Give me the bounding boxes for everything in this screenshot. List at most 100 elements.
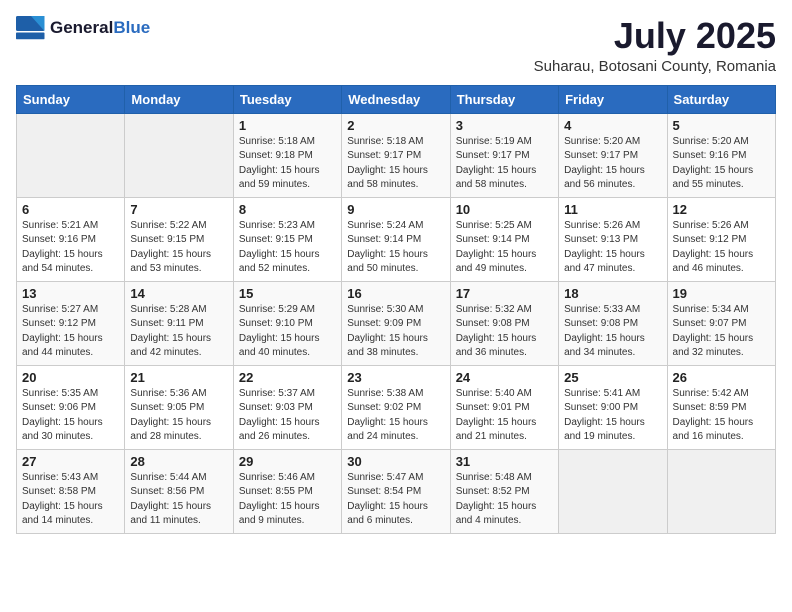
table-cell: 25 Sunrise: 5:41 AMSunset: 9:00 PMDayligh…: [559, 365, 667, 449]
day-number: 16: [347, 286, 444, 301]
day-info: Sunrise: 5:37 AMSunset: 9:03 PMDaylight:…: [239, 388, 320, 443]
day-number: 28: [130, 454, 227, 469]
day-number: 31: [456, 454, 553, 469]
day-info: Sunrise: 5:32 AMSunset: 9:08 PMDaylight:…: [456, 304, 537, 359]
day-info: Sunrise: 5:38 AMSunset: 9:02 PMDaylight:…: [347, 388, 428, 443]
table-cell: 6 Sunrise: 5:21 AMSunset: 9:16 PMDaylight…: [17, 197, 125, 281]
table-cell: [125, 113, 233, 197]
day-number: 30: [347, 454, 444, 469]
table-cell: 27 Sunrise: 5:43 AMSunset: 8:58 PMDayligh…: [17, 449, 125, 533]
col-saturday: Saturday: [667, 85, 775, 113]
week-row-2: 6 Sunrise: 5:21 AMSunset: 9:16 PMDaylight…: [17, 197, 776, 281]
table-cell: 19Sunrise: 5:34 AMSunset: 9:07 PMDayligh…: [667, 281, 775, 365]
day-info: Sunrise: 5:30 AMSunset: 9:09 PMDaylight:…: [347, 304, 428, 359]
table-cell: 28 Sunrise: 5:44 AMSunset: 8:56 PMDayligh…: [125, 449, 233, 533]
day-info: Sunrise: 5:20 AMSunset: 9:16 PMDaylight:…: [673, 136, 754, 191]
day-info: Sunrise: 5:43 AMSunset: 8:58 PMDaylight:…: [22, 472, 103, 527]
day-number: 9: [347, 202, 444, 217]
day-number: 14: [130, 286, 227, 301]
table-cell: 4Sunrise: 5:20 AMSunset: 9:17 PMDaylight…: [559, 113, 667, 197]
table-cell: 18 Sunrise: 5:33 AMSunset: 9:08 PMDayligh…: [559, 281, 667, 365]
table-cell: 2 Sunrise: 5:18 AMSunset: 9:17 PMDaylight…: [342, 113, 450, 197]
table-cell: 16 Sunrise: 5:30 AMSunset: 9:09 PMDayligh…: [342, 281, 450, 365]
table-cell: 15Sunrise: 5:29 AMSunset: 9:10 PMDayligh…: [233, 281, 341, 365]
day-number: 29: [239, 454, 336, 469]
table-cell: 1 Sunrise: 5:18 AMSunset: 9:18 PMDaylight…: [233, 113, 341, 197]
table-cell: 11Sunrise: 5:26 AMSunset: 9:13 PMDayligh…: [559, 197, 667, 281]
calendar-table: Sunday Monday Tuesday Wednesday Thursday…: [16, 85, 776, 534]
title-area: July 2025 Suharau, Botosani County, Roma…: [534, 16, 776, 75]
day-info: Sunrise: 5:21 AMSunset: 9:16 PMDaylight:…: [22, 220, 103, 275]
day-info: Sunrise: 5:36 AMSunset: 9:05 PMDaylight:…: [130, 388, 211, 443]
logo: General Blue: [16, 16, 150, 40]
table-cell: 26 Sunrise: 5:42 AMSunset: 8:59 PMDayligh…: [667, 365, 775, 449]
col-thursday: Thursday: [450, 85, 558, 113]
col-friday: Friday: [559, 85, 667, 113]
day-number: 4: [564, 118, 661, 133]
day-info: Sunrise: 5:26 AMSunset: 9:12 PMDaylight:…: [673, 220, 754, 275]
day-info: Sunrise: 5:41 AMSunset: 9:00 PMDaylight:…: [564, 388, 645, 443]
day-info: Sunrise: 5:40 AMSunset: 9:01 PMDaylight:…: [456, 388, 537, 443]
col-sunday: Sunday: [17, 85, 125, 113]
table-cell: 29 Sunrise: 5:46 AMSunset: 8:55 PMDayligh…: [233, 449, 341, 533]
day-number: 24: [456, 370, 553, 385]
day-number: 17: [456, 286, 553, 301]
day-number: 7: [130, 202, 227, 217]
table-cell: 21Sunrise: 5:36 AMSunset: 9:05 PMDayligh…: [125, 365, 233, 449]
week-row-4: 20 Sunrise: 5:35 AMSunset: 9:06 PMDayligh…: [17, 365, 776, 449]
day-number: 5: [673, 118, 770, 133]
day-info: Sunrise: 5:35 AMSunset: 9:06 PMDaylight:…: [22, 388, 103, 443]
day-number: 1: [239, 118, 336, 133]
table-cell: 13 Sunrise: 5:27 AMSunset: 9:12 PMDayligh…: [17, 281, 125, 365]
day-number: 18: [564, 286, 661, 301]
table-cell: 30Sunrise: 5:47 AMSunset: 8:54 PMDayligh…: [342, 449, 450, 533]
day-info: Sunrise: 5:23 AMSunset: 9:15 PMDaylight:…: [239, 220, 320, 275]
day-info: Sunrise: 5:28 AMSunset: 9:11 PMDaylight:…: [130, 304, 211, 359]
day-number: 25: [564, 370, 661, 385]
day-info: Sunrise: 5:27 AMSunset: 9:12 PMDaylight:…: [22, 304, 103, 359]
day-number: 2: [347, 118, 444, 133]
table-cell: 17 Sunrise: 5:32 AMSunset: 9:08 PMDayligh…: [450, 281, 558, 365]
day-info: Sunrise: 5:44 AMSunset: 8:56 PMDaylight:…: [130, 472, 211, 527]
day-info: Sunrise: 5:22 AMSunset: 9:15 PMDaylight:…: [130, 220, 211, 275]
table-cell: [667, 449, 775, 533]
day-info: Sunrise: 5:25 AMSunset: 9:14 PMDaylight:…: [456, 220, 537, 275]
day-number: 13: [22, 286, 119, 301]
day-number: 26: [673, 370, 770, 385]
day-info: Sunrise: 5:26 AMSunset: 9:13 PMDaylight:…: [564, 220, 645, 275]
day-info: Sunrise: 5:48 AMSunset: 8:52 PMDaylight:…: [456, 472, 537, 527]
day-number: 3: [456, 118, 553, 133]
day-info: Sunrise: 5:33 AMSunset: 9:08 PMDaylight:…: [564, 304, 645, 359]
day-number: 12: [673, 202, 770, 217]
calendar-header-row: Sunday Monday Tuesday Wednesday Thursday…: [17, 85, 776, 113]
day-info: Sunrise: 5:18 AMSunset: 9:17 PMDaylight:…: [347, 136, 428, 191]
day-number: 22: [239, 370, 336, 385]
logo-icon: [16, 16, 46, 40]
logo-text: General Blue: [50, 18, 150, 38]
table-cell: 14 Sunrise: 5:28 AMSunset: 9:11 PMDayligh…: [125, 281, 233, 365]
week-row-1: 1 Sunrise: 5:18 AMSunset: 9:18 PMDaylight…: [17, 113, 776, 197]
day-number: 8: [239, 202, 336, 217]
table-cell: 23 Sunrise: 5:38 AMSunset: 9:02 PMDayligh…: [342, 365, 450, 449]
day-number: 6: [22, 202, 119, 217]
week-row-5: 27 Sunrise: 5:43 AMSunset: 8:58 PMDayligh…: [17, 449, 776, 533]
day-info: Sunrise: 5:18 AMSunset: 9:18 PMDaylight:…: [239, 136, 320, 191]
table-cell: 3 Sunrise: 5:19 AMSunset: 9:17 PMDaylight…: [450, 113, 558, 197]
day-info: Sunrise: 5:19 AMSunset: 9:17 PMDaylight:…: [456, 136, 537, 191]
table-cell: 12 Sunrise: 5:26 AMSunset: 9:12 PMDayligh…: [667, 197, 775, 281]
day-info: Sunrise: 5:24 AMSunset: 9:14 PMDaylight:…: [347, 220, 428, 275]
table-cell: 7 Sunrise: 5:22 AMSunset: 9:15 PMDaylight…: [125, 197, 233, 281]
day-number: 15: [239, 286, 336, 301]
logo-general: General: [50, 18, 113, 38]
day-info: Sunrise: 5:46 AMSunset: 8:55 PMDaylight:…: [239, 472, 320, 527]
table-cell: 24 Sunrise: 5:40 AMSunset: 9:01 PMDayligh…: [450, 365, 558, 449]
table-cell: 10 Sunrise: 5:25 AMSunset: 9:14 PMDayligh…: [450, 197, 558, 281]
day-number: 27: [22, 454, 119, 469]
day-number: 23: [347, 370, 444, 385]
day-number: 20: [22, 370, 119, 385]
table-cell: 20 Sunrise: 5:35 AMSunset: 9:06 PMDayligh…: [17, 365, 125, 449]
page-header: General Blue July 2025 Suharau, Botosani…: [16, 16, 776, 75]
table-cell: [17, 113, 125, 197]
day-info: Sunrise: 5:42 AMSunset: 8:59 PMDaylight:…: [673, 388, 754, 443]
day-number: 10: [456, 202, 553, 217]
